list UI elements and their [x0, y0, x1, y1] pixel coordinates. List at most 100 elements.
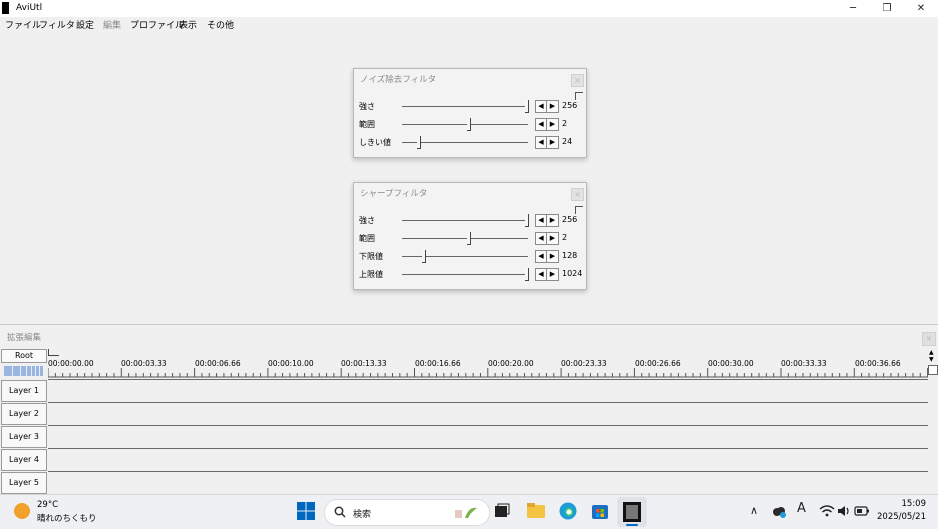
slider-thumb[interactable]: [525, 100, 529, 113]
slider-thumb[interactable]: [422, 250, 426, 263]
menu-other[interactable]: その他: [207, 18, 234, 31]
weather-icon[interactable]: [14, 503, 30, 519]
noise-filter-close-button[interactable]: ×: [571, 74, 584, 87]
store-icon[interactable]: [590, 501, 610, 521]
slider-track[interactable]: [402, 136, 528, 149]
increment-arrow-icon[interactable]: ▶: [547, 215, 558, 226]
app-icon: [2, 2, 9, 14]
layer-track[interactable]: [48, 448, 928, 470]
layer-track[interactable]: [48, 379, 928, 401]
start-icon[interactable]: [296, 501, 316, 521]
slider-stepper[interactable]: ◀ ▶: [535, 100, 559, 113]
menu-edit[interactable]: 編集: [103, 18, 121, 31]
slider-label: しきい値: [359, 138, 391, 147]
increment-arrow-icon[interactable]: ▶: [547, 101, 558, 112]
ime-indicator-icon[interactable]: A: [797, 501, 806, 516]
slider-row: 範囲 ◀ ▶ 2: [354, 116, 586, 132]
slider-track[interactable]: [402, 118, 528, 131]
aviutl-taskbar-button[interactable]: [617, 497, 647, 527]
layer-track[interactable]: [48, 425, 928, 447]
slider-value: 2: [562, 233, 568, 242]
layer-header[interactable]: Layer 3: [1, 426, 47, 448]
menu-view[interactable]: 表示: [179, 18, 197, 31]
show-hidden-icons-chevron-icon[interactable]: ∧: [750, 504, 758, 517]
menu-file[interactable]: ファイル: [5, 18, 41, 31]
scroll-thumb[interactable]: [928, 365, 938, 375]
slider-track[interactable]: [402, 250, 528, 263]
slider-label: 強さ: [359, 102, 375, 111]
decrement-arrow-icon[interactable]: ◀: [536, 215, 547, 226]
slider-stepper[interactable]: ◀ ▶: [535, 268, 559, 281]
slider-label: 範囲: [359, 234, 375, 243]
file-explorer-icon[interactable]: [526, 501, 546, 521]
clock-date[interactable]: 2025/05/21: [877, 512, 926, 522]
slider-track[interactable]: [402, 232, 528, 245]
scroll-up-arrow-icon[interactable]: ▲: [929, 349, 934, 356]
decrement-arrow-icon[interactable]: ◀: [536, 269, 547, 280]
ruler-tick-label: 00:00:36.66: [855, 359, 901, 368]
slider-row: 強さ ◀ ▶ 256: [354, 212, 586, 228]
ruler-tick-label: 00:00:03.33: [121, 359, 167, 368]
edge-browser-icon[interactable]: [558, 501, 578, 521]
clock-time[interactable]: 15:09: [902, 499, 927, 509]
layer-header[interactable]: Layer 5: [1, 472, 47, 494]
taskbar-search[interactable]: 検索: [324, 499, 490, 526]
aviutl-icon: [623, 502, 641, 522]
zoom-bar[interactable]: [4, 366, 43, 376]
increment-arrow-icon[interactable]: ▶: [547, 233, 558, 244]
slider-track[interactable]: [402, 100, 529, 113]
timeline-title: 拡張編集: [7, 333, 42, 343]
timeline-close-button[interactable]: ×: [922, 332, 936, 346]
menu-settings[interactable]: 設定: [76, 18, 94, 31]
layer-track[interactable]: [48, 402, 928, 424]
slider-track[interactable]: [402, 268, 529, 281]
decrement-arrow-icon[interactable]: ◀: [536, 101, 547, 112]
maximize-button[interactable]: ❐: [870, 0, 904, 17]
layer-track[interactable]: [48, 471, 928, 490]
menu-filter[interactable]: フィルタ: [39, 18, 75, 31]
layer-header[interactable]: Layer 2: [1, 403, 47, 425]
increment-arrow-icon[interactable]: ▶: [547, 119, 558, 130]
menu-profile[interactable]: プロファイル: [130, 18, 184, 31]
close-button[interactable]: ✕: [904, 0, 938, 17]
battery-icon[interactable]: [854, 505, 870, 517]
slider-track[interactable]: [402, 214, 529, 227]
weather-temperature[interactable]: 29°C: [37, 500, 58, 510]
slider-value: 256: [562, 101, 578, 110]
decrement-arrow-icon[interactable]: ◀: [536, 233, 547, 244]
slider-thumb[interactable]: [417, 136, 421, 149]
maximize-icon: ❐: [882, 3, 892, 14]
increment-arrow-icon[interactable]: ▶: [547, 137, 558, 148]
taskbar: 29°C 晴れのちくもり 検索 ∧ A 15:09 2025/05/21: [0, 494, 938, 529]
layer-header[interactable]: Layer 1: [1, 380, 47, 402]
increment-arrow-icon[interactable]: ▶: [547, 251, 558, 262]
scroll-down-arrow-icon[interactable]: ▼: [929, 356, 934, 363]
slider-stepper[interactable]: ◀ ▶: [535, 214, 559, 227]
wifi-icon[interactable]: [819, 504, 835, 518]
close-icon: ✕: [916, 3, 926, 14]
increment-arrow-icon[interactable]: ▶: [547, 269, 558, 280]
decrement-arrow-icon[interactable]: ◀: [536, 251, 547, 262]
weather-description[interactable]: 晴れのちくもり: [37, 512, 97, 524]
slider-thumb[interactable]: [467, 232, 471, 245]
search-icon: [334, 506, 346, 518]
slider-thumb[interactable]: [525, 214, 529, 227]
vertical-scrollbar[interactable]: ▲ ▼: [928, 347, 938, 497]
slider-stepper[interactable]: ◀ ▶: [535, 118, 559, 131]
decrement-arrow-icon[interactable]: ◀: [536, 137, 547, 148]
volume-icon[interactable]: [837, 504, 851, 518]
slider-thumb[interactable]: [467, 118, 471, 131]
root-button[interactable]: Root: [1, 349, 47, 363]
decrement-arrow-icon[interactable]: ◀: [536, 119, 547, 130]
slider-stepper[interactable]: ◀ ▶: [535, 232, 559, 245]
layer-header[interactable]: Layer 4: [1, 449, 47, 471]
slider-stepper[interactable]: ◀ ▶: [535, 250, 559, 263]
slider-stepper[interactable]: ◀ ▶: [535, 136, 559, 149]
title-bar: AviUtl ─ ❐ ✕: [0, 0, 938, 17]
onedrive-icon[interactable]: [771, 503, 787, 519]
time-ruler[interactable]: 00:00:00.00 00:00:03.33 00:00:06.66 00:0…: [48, 349, 928, 379]
slider-thumb[interactable]: [525, 268, 529, 281]
sharp-filter-close-button[interactable]: ×: [571, 188, 584, 201]
minimize-button[interactable]: ─: [836, 0, 870, 17]
task-view-icon[interactable]: [492, 501, 512, 521]
